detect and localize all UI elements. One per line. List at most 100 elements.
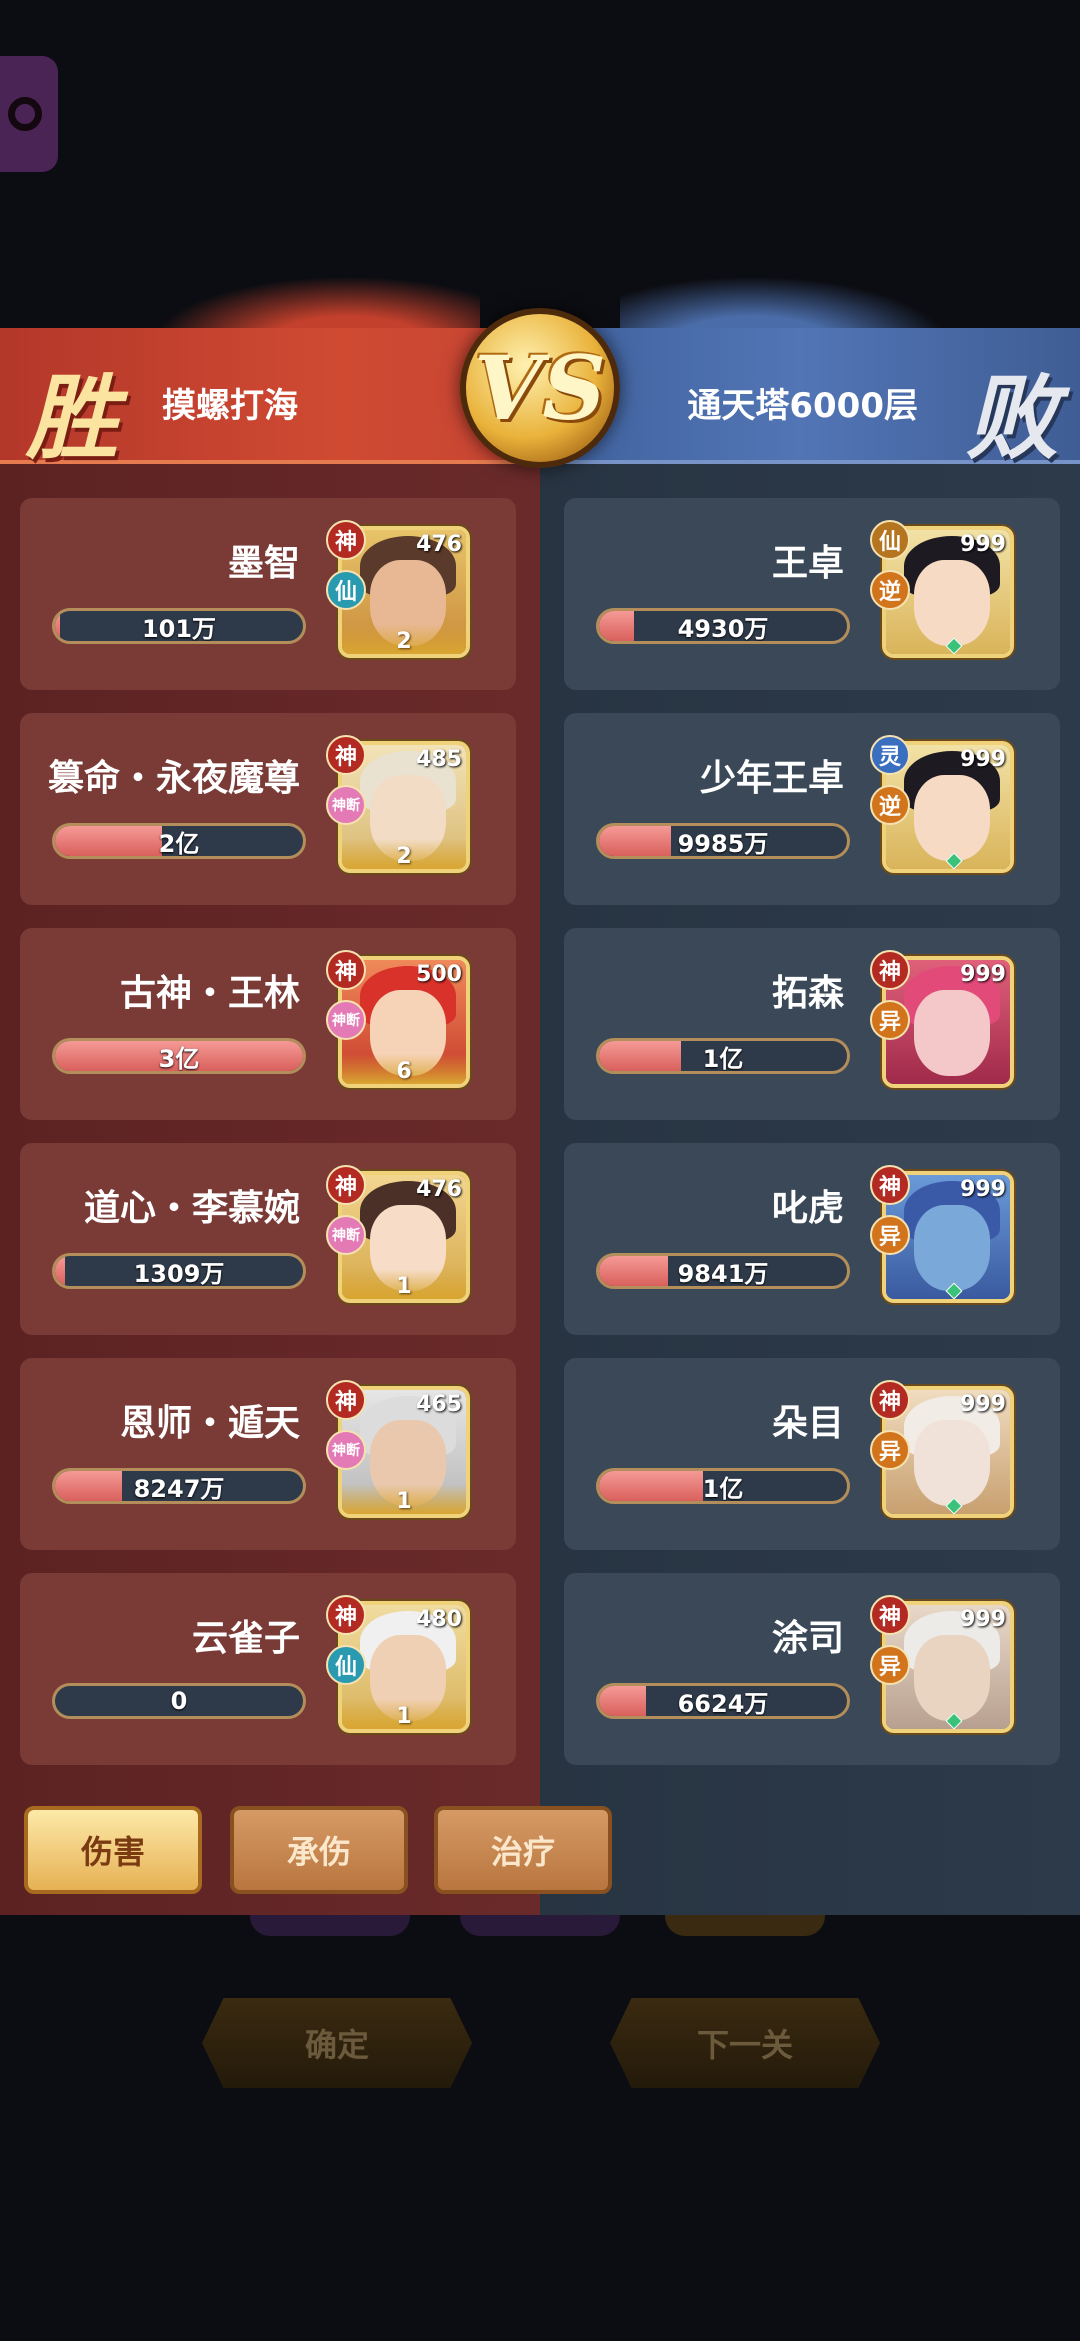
next-level-button[interactable]: 下一关 [610,1998,880,2088]
hero-name: 朵目 [771,1403,844,1444]
damage-bar: 9841万 [596,1253,850,1289]
damage-bar: 0 [52,1683,306,1719]
faction-tag: 神 [326,735,366,775]
hero-name: 拓森 [771,973,844,1014]
damage-bar: 4930万 [596,608,850,644]
faction-tag: 神 [870,1595,910,1635]
right-hero-card[interactable]: 少年王卓 9985万 999 灵 逆 [564,713,1060,905]
class-tag: 逆 [870,570,910,610]
hero-level: 500 [416,962,462,987]
hero-name: 篡命・永夜魔尊 [47,758,300,799]
hero-level: 999 [960,532,1006,557]
faction-tag: 神 [870,1165,910,1205]
class-tag: 逆 [870,785,910,825]
class-tag: 神断 [326,1430,366,1470]
star-count: 1 [342,1269,466,1299]
faction-tag: 神 [326,950,366,990]
class-tag: 异 [870,1645,910,1685]
class-tag: 仙 [326,570,366,610]
faction-tag: 神 [326,1165,366,1205]
hero-name: 古神・王林 [119,973,300,1014]
hero-name: 云雀子 [191,1618,300,1659]
damage-value: 9841万 [677,1259,769,1288]
faction-tag: 神 [326,1595,366,1635]
vs-text: VS [474,336,606,440]
damage-bar: 6624万 [596,1683,850,1719]
tab-healing[interactable]: 治疗 [434,1806,612,1894]
class-tag: 神断 [326,1000,366,1040]
hero-name: 恩师・遁天 [119,1403,300,1444]
right-hero-card[interactable]: 王卓 4930万 999 仙 逆 [564,498,1060,690]
faction-tag: 神 [326,520,366,560]
damage-bar: 8247万 [52,1468,306,1504]
confirm-button[interactable]: 确定 [202,1998,472,2088]
left-hero-card[interactable]: 墨智 101万 476 2 神 仙 [20,498,516,690]
faction-tag: 仙 [870,520,910,560]
hero-level: 999 [960,747,1006,772]
faction-tag: 神 [870,1380,910,1420]
class-tag: 异 [870,1215,910,1255]
right-hero-card[interactable]: 朵目 1亿 999 神 异 [564,1358,1060,1550]
class-tag: 异 [870,1430,910,1470]
left-hero-card[interactable]: 篡命・永夜魔尊 2亿 485 2 神 神断 [20,713,516,905]
damage-value: 1亿 [702,1474,744,1503]
damage-bar: 2亿 [52,823,306,859]
damage-value: 101万 [141,614,217,643]
damage-value: 1309万 [133,1259,225,1288]
star-count: 2 [342,624,466,654]
hero-level: 465 [416,1392,462,1417]
class-tag: 异 [870,1000,910,1040]
damage-bar: 9985万 [596,823,850,859]
hero-level: 999 [960,1177,1006,1202]
tab-damage[interactable]: 伤害 [24,1806,202,1894]
damage-value: 3亿 [158,1044,200,1073]
star-count: 6 [342,1054,466,1084]
damage-value: 0 [170,1687,188,1715]
hero-name: 墨智 [227,543,300,584]
damage-value: 2亿 [158,829,200,858]
left-hero-card[interactable]: 道心・李慕婉 1309万 476 1 神 神断 [20,1143,516,1335]
damage-bar: 101万 [52,608,306,644]
faction-tag: 灵 [870,735,910,775]
hero-name: 叱虎 [771,1188,844,1229]
hero-level: 999 [960,962,1006,987]
class-tag: 仙 [326,1645,366,1685]
left-hero-card[interactable]: 古神・王林 3亿 500 6 神 神断 [20,928,516,1120]
menu-corner-button[interactable] [0,56,58,172]
winner-team-name: 摸螺打海 [162,386,298,426]
star-count: 2 [342,839,466,869]
faction-tag: 神 [870,950,910,990]
right-hero-card[interactable]: 涂司 6624万 999 神 异 [564,1573,1060,1765]
hero-name: 道心・李慕婉 [83,1188,300,1229]
hero-level: 476 [416,1177,462,1202]
damage-value: 1亿 [702,1044,744,1073]
damage-value: 9985万 [677,829,769,858]
vs-emblem: VS [460,308,620,468]
hero-name: 少年王卓 [699,758,844,799]
hero-level: 485 [416,747,462,772]
win-badge: 胜 [26,364,119,472]
hero-name: 涂司 [771,1618,844,1659]
right-hero-card[interactable]: 叱虎 9841万 999 神 异 [564,1143,1060,1335]
loser-team-name: 通天塔6000层 [687,386,918,426]
damage-bar: 1亿 [596,1038,850,1074]
class-tag: 神断 [326,1215,366,1255]
circle-icon [8,97,42,131]
hero-level: 476 [416,532,462,557]
damage-bar: 1309万 [52,1253,306,1289]
right-hero-card[interactable]: 拓森 1亿 999 神 异 [564,928,1060,1120]
damage-value: 4930万 [677,614,769,643]
hero-name: 王卓 [771,543,844,584]
left-hero-card[interactable]: 恩师・遁天 8247万 465 1 神 神断 [20,1358,516,1550]
damage-value: 6624万 [677,1689,769,1718]
hero-level: 480 [416,1607,462,1632]
left-hero-card[interactable]: 云雀子 0 480 1 神 仙 [20,1573,516,1765]
damage-bar: 3亿 [52,1038,306,1074]
damage-value: 8247万 [133,1474,225,1503]
hero-level: 999 [960,1607,1006,1632]
class-tag: 神断 [326,785,366,825]
hero-level: 999 [960,1392,1006,1417]
star-count: 1 [342,1484,466,1514]
faction-tag: 神 [326,1380,366,1420]
tab-damage-taken[interactable]: 承伤 [230,1806,408,1894]
